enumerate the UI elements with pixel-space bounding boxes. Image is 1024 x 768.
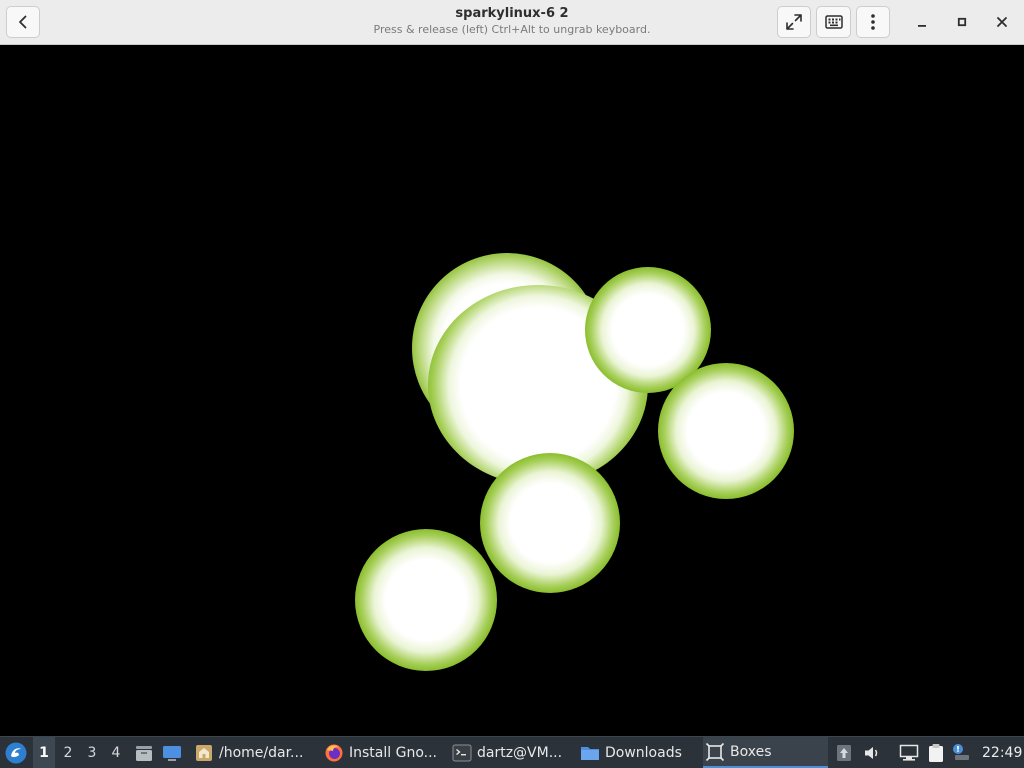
task-label: Downloads [605, 744, 682, 761]
show-desktop-launcher[interactable] [160, 737, 184, 768]
notification-icon [953, 743, 969, 760]
task-firefox[interactable]: Install Gno... [322, 737, 442, 768]
volume-icon [865, 746, 878, 759]
workspace-1[interactable]: 1 [33, 737, 55, 768]
menu-button[interactable] [856, 6, 890, 38]
file-manager-icon [136, 745, 152, 761]
workspace-2[interactable]: 2 [57, 737, 79, 768]
maximize-icon [957, 17, 967, 27]
terminal-icon [452, 744, 472, 761]
tray-clipboard[interactable] [925, 737, 947, 768]
updates-icon [837, 744, 851, 761]
chevron-left-icon [19, 15, 27, 29]
folder-icon [581, 746, 599, 760]
tray-updates[interactable] [833, 737, 855, 768]
taskbar: 1 2 3 4 /home/dar... Install Gno... dart… [0, 736, 1024, 768]
window-title: sparkylinux-6 2 [455, 6, 569, 21]
task-boxes[interactable]: Boxes [703, 737, 828, 768]
fullscreen-button[interactable] [777, 6, 811, 38]
vertical-ellipsis-icon [871, 14, 875, 30]
tray-volume[interactable] [861, 737, 883, 768]
show-desktop-icon [163, 745, 181, 761]
task-label: dartz@VM... [477, 744, 563, 761]
clipboard-icon [929, 743, 943, 762]
lava-blob [480, 453, 620, 593]
maximize-button[interactable] [948, 8, 976, 36]
vm-display[interactable] [0, 45, 1024, 736]
send-keys-button[interactable] [816, 6, 851, 38]
lava-blob [355, 529, 497, 671]
close-icon [997, 17, 1007, 27]
task-file-manager[interactable]: /home/dar... [192, 737, 314, 768]
keyboard-icon [824, 15, 843, 29]
firefox-icon [325, 744, 343, 761]
lava-blob [658, 363, 794, 499]
clock[interactable]: 22:49 [982, 737, 1022, 768]
sparky-logo-icon [5, 742, 27, 763]
task-downloads[interactable]: Downloads [578, 737, 696, 768]
file-manager-launcher[interactable] [132, 737, 156, 768]
task-label: Boxes [730, 743, 772, 760]
close-button[interactable] [988, 8, 1016, 36]
tray-notifications[interactable] [950, 737, 972, 768]
application-menu-button[interactable] [2, 737, 30, 768]
minimize-button[interactable] [908, 8, 936, 36]
boxes-icon [705, 742, 725, 761]
fullscreen-arrows-icon [786, 14, 802, 30]
workspace-4[interactable]: 4 [105, 737, 127, 768]
back-button[interactable] [6, 6, 40, 38]
window-subtitle: Press & release (left) Ctrl+Alt to ungra… [373, 23, 651, 36]
header-bar: sparkylinux-6 2 Press & release (left) C… [0, 0, 1024, 45]
workspace-3[interactable]: 3 [81, 737, 103, 768]
task-label: Install Gno... [349, 744, 437, 761]
task-label: /home/dar... [219, 744, 304, 761]
folder-home-icon [196, 744, 212, 761]
task-terminal[interactable]: dartz@VM... [450, 737, 572, 768]
network-icon [899, 744, 919, 761]
minimize-icon [918, 25, 926, 27]
tray-network[interactable] [898, 737, 920, 768]
boxes-window: sparkylinux-6 2 Press & release (left) C… [0, 0, 1024, 768]
title-area: sparkylinux-6 2 Press & release (left) C… [300, 5, 724, 37]
